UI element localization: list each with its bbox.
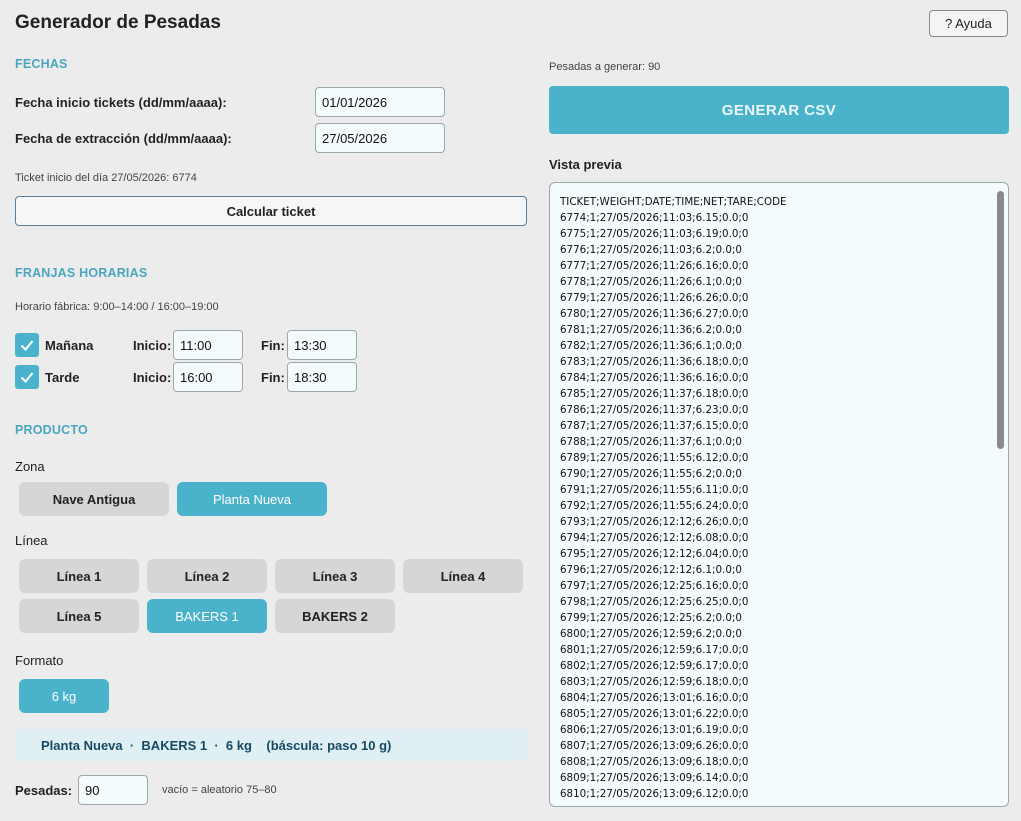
tarde-checkbox[interactable] — [15, 365, 39, 389]
csv-preview[interactable]: TICKET;WEIGHT;DATE;TIME;NET;TARE;CODE 677… — [549, 182, 1009, 807]
preview-line: 6810;1;27/05/2026;13:09;6.12;0.0;0 — [560, 788, 749, 800]
preview-line: 6776;1;27/05/2026;11:03;6.2;0.0;0 — [560, 244, 742, 256]
preview-line: 6797;1;27/05/2026;12:25;6.16;0.0;0 — [560, 580, 749, 592]
tarde-fin-input[interactable]: 18:30 — [287, 362, 357, 392]
manana-label: Mañana — [45, 338, 94, 353]
preview-line: 6793;1;27/05/2026;12:12;6.26;0.0;0 — [560, 516, 749, 528]
manana-fin-input[interactable]: 13:30 — [287, 330, 357, 360]
check-icon — [20, 340, 34, 351]
check-icon — [20, 372, 34, 383]
linea-chip-2[interactable]: Línea 2 — [147, 559, 267, 593]
preview-line: 6780;1;27/05/2026;11:36;6.27;0.0;0 — [560, 308, 749, 320]
preview-line: 6796;1;27/05/2026;12:12;6.1;0.0;0 — [560, 564, 742, 576]
manana-checkbox[interactable] — [15, 333, 39, 357]
preview-line: 6800;1;27/05/2026;12:59;6.2;0.0;0 — [560, 628, 742, 640]
linea-chip-bakers-2[interactable]: BAKERS 2 — [275, 599, 395, 633]
tarde-inicio-label: Inicio: — [133, 370, 172, 385]
preview-scrollbar[interactable] — [997, 191, 1004, 449]
preview-line: 6801;1;27/05/2026;12:59;6.17;0.0;0 — [560, 644, 749, 656]
pesadas-hint: vacío = aleatorio 75–80 — [162, 784, 277, 796]
preview-line: 6789;1;27/05/2026;11:55;6.12;0.0;0 — [560, 452, 749, 464]
preview-line: 6794;1;27/05/2026;12:12;6.08;0.0;0 — [560, 532, 749, 544]
preview-line: 6784;1;27/05/2026;11:36;6.16;0.0;0 — [560, 372, 749, 384]
csv-preview-text: TICKET;WEIGHT;DATE;TIME;NET;TARE;CODE 677… — [560, 194, 988, 802]
zona-chip-planta-nueva[interactable]: Planta Nueva — [177, 482, 327, 516]
preview-line: 6788;1;27/05/2026;11:37;6.1;0.0;0 — [560, 436, 742, 448]
linea-chip-3[interactable]: Línea 3 — [275, 559, 395, 593]
preview-line: 6804;1;27/05/2026;13:01;6.16;0.0;0 — [560, 692, 749, 704]
zona-chip-nave-antigua[interactable]: Nave Antigua — [19, 482, 169, 516]
linea-label: Línea — [15, 533, 48, 548]
help-button[interactable]: ? Ayuda — [929, 10, 1008, 37]
preview-title: Vista previa — [549, 157, 622, 172]
linea-chip-5[interactable]: Línea 5 — [19, 599, 139, 633]
preview-line: 6775;1;27/05/2026;11:03;6.19;0.0;0 — [560, 228, 749, 240]
preview-line: 6790;1;27/05/2026;11:55;6.2;0.0;0 — [560, 468, 742, 480]
fecha-inicio-label: Fecha inicio tickets (dd/mm/aaaa): — [15, 95, 227, 110]
preview-line: 6798;1;27/05/2026;12:25;6.25;0.0;0 — [560, 596, 749, 608]
preview-line: 6807;1;27/05/2026;13:09;6.26;0.0;0 — [560, 740, 749, 752]
manana-inicio-input[interactable]: 11:00 — [173, 330, 243, 360]
preview-line: 6791;1;27/05/2026;11:55;6.11;0.0;0 — [560, 484, 749, 496]
preview-line: 6795;1;27/05/2026;12:12;6.04;0.0;0 — [560, 548, 749, 560]
generar-csv-button[interactable]: GENERAR CSV — [549, 86, 1009, 134]
zona-label: Zona — [15, 459, 45, 474]
franjas-section-title: FRANJAS HORARIAS — [15, 266, 148, 280]
preview-line: 6799;1;27/05/2026;12:25;6.2;0.0;0 — [560, 612, 742, 624]
preview-line: 6786;1;27/05/2026;11:37;6.23;0.0;0 — [560, 404, 749, 416]
preview-line: 6774;1;27/05/2026;11:03;6.15;0.0;0 — [560, 212, 749, 224]
preview-line: 6778;1;27/05/2026;11:26;6.1;0.0;0 — [560, 276, 742, 288]
preview-line: 6782;1;27/05/2026;11:36;6.1;0.0;0 — [560, 340, 742, 352]
manana-inicio-label: Inicio: — [133, 338, 172, 353]
pesadas-input[interactable]: 90 — [78, 775, 148, 805]
preview-line: 6783;1;27/05/2026;11:36;6.18;0.0;0 — [560, 356, 749, 368]
linea-chip-bakers-1[interactable]: BAKERS 1 — [147, 599, 267, 633]
ticket-info: Ticket inicio del día 27/05/2026: 6774 — [15, 172, 197, 184]
preview-line: 6808;1;27/05/2026;13:09;6.18;0.0;0 — [560, 756, 749, 768]
tarde-fin-label: Fin: — [261, 370, 285, 385]
fecha-extraccion-input[interactable]: 27/05/2026 — [315, 123, 445, 153]
product-summary: Planta Nueva · BAKERS 1 · 6 kg (báscula:… — [15, 729, 527, 761]
horario-info: Horario fábrica: 9:00–14:00 / 16:00–19:0… — [15, 301, 219, 313]
tarde-label: Tarde — [45, 370, 80, 385]
producto-section-title: PRODUCTO — [15, 423, 88, 437]
fecha-inicio-input[interactable]: 01/01/2026 — [315, 87, 445, 117]
linea-chip-4[interactable]: Línea 4 — [403, 559, 523, 593]
preview-line: 6781;1;27/05/2026;11:36;6.2;0.0;0 — [560, 324, 742, 336]
preview-line: 6806;1;27/05/2026;13:01;6.19;0.0;0 — [560, 724, 749, 736]
pesadas-label: Pesadas: — [15, 783, 73, 798]
preview-line: 6805;1;27/05/2026;13:01;6.22;0.0;0 — [560, 708, 749, 720]
preview-line: 6803;1;27/05/2026;12:59;6.18;0.0;0 — [560, 676, 749, 688]
pesadas-count-label: Pesadas a generar: 90 — [549, 61, 661, 73]
fecha-extraccion-label: Fecha de extracción (dd/mm/aaaa): — [15, 131, 232, 146]
calcular-ticket-button[interactable]: Calcular ticket — [15, 196, 527, 226]
linea-chip-1[interactable]: Línea 1 — [19, 559, 139, 593]
preview-line: 6785;1;27/05/2026;11:37;6.18;0.0;0 — [560, 388, 749, 400]
preview-line: 6777;1;27/05/2026;11:26;6.16;0.0;0 — [560, 260, 749, 272]
preview-line: 6802;1;27/05/2026;12:59;6.17;0.0;0 — [560, 660, 749, 672]
tarde-inicio-input[interactable]: 16:00 — [173, 362, 243, 392]
formato-chip-6kg[interactable]: 6 kg — [19, 679, 109, 713]
app-title: Generador de Pesadas — [15, 12, 221, 33]
manana-fin-label: Fin: — [261, 338, 285, 353]
preview-line: TICKET;WEIGHT;DATE;TIME;NET;TARE;CODE — [560, 196, 787, 208]
preview-line: 6792;1;27/05/2026;11:55;6.24;0.0;0 — [560, 500, 749, 512]
preview-line: 6787;1;27/05/2026;11:37;6.15;0.0;0 — [560, 420, 749, 432]
formato-label: Formato — [15, 653, 64, 668]
preview-line: 6779;1;27/05/2026;11:26;6.26;0.0;0 — [560, 292, 749, 304]
fechas-section-title: FECHAS — [15, 57, 68, 71]
product-summary-text: Planta Nueva · BAKERS 1 · 6 kg (báscula:… — [41, 737, 392, 753]
preview-line: 6809;1;27/05/2026;13:09;6.14;0.0;0 — [560, 772, 749, 784]
